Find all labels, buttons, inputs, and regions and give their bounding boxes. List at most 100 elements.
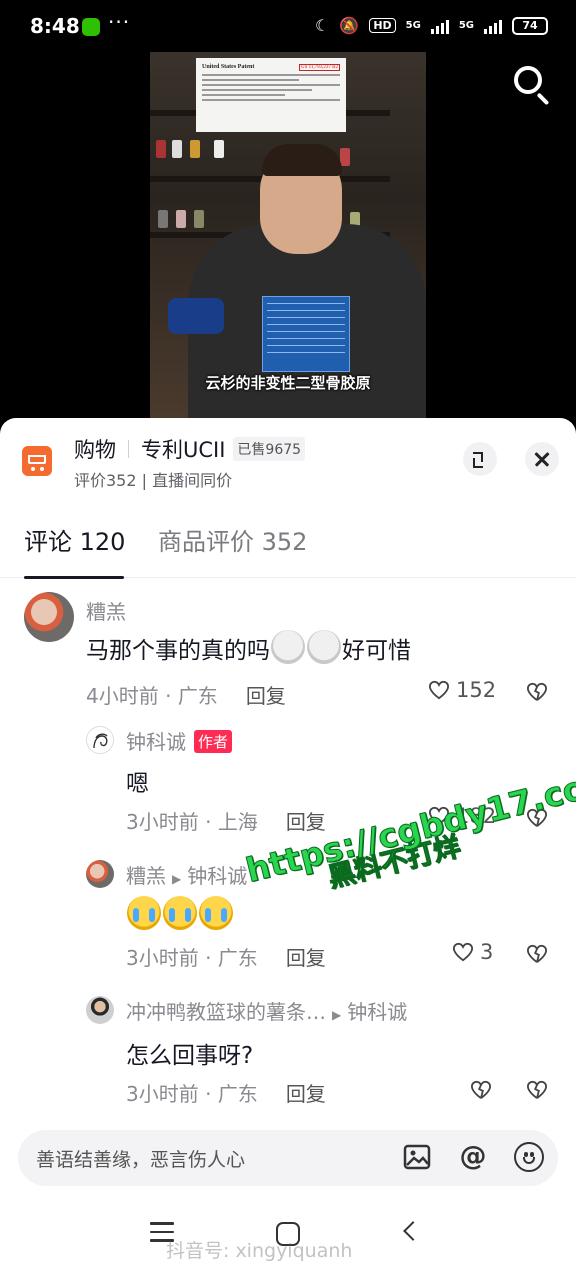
author-avatar-icon [93,733,108,749]
status-right-group: ☾ 🔕 HD 5G 5G 74 [315,16,548,35]
comment-meta: 3小时前 · 广东 回复 [126,1082,326,1106]
wechat-icon [82,18,100,36]
title-divider [128,440,129,458]
douyin-id-watermark: 抖音号: xingyiquanh [166,1240,353,1262]
comment-text-part: 好可惜 [342,638,411,664]
reply-to-name: 钟科诚 [347,1000,408,1024]
cart-icon [22,446,52,476]
reply-button[interactable]: 回复 [286,1082,326,1106]
comment-location: 广东 [177,684,218,708]
patent-title: United States Patent [202,64,255,70]
avatar[interactable] [24,592,74,642]
patent-document: United States Patent US 11,793,237 B2 [196,58,346,132]
dislike-icon[interactable] [526,682,548,702]
comment-location: 广东 [217,1082,258,1106]
status-more: ··· [108,10,131,34]
comment-text: 马那个事的真的吗 好可惜 [86,630,411,665]
reply-item: 冲冲鸭教篮球的薯条… ▶ 钟科诚 怎么回事呀? 3小时前 · 广东 回复 [0,994,576,1114]
product-category: 购物 [74,438,116,462]
comment-author[interactable]: 糟羔 [86,596,126,625]
comment-time: 3小时前 [126,1082,199,1106]
comment-input[interactable]: 善语结善缘，恶言伤人心 @ [18,1130,558,1186]
shelf-bottle [176,210,186,228]
shelf-bottle [194,210,204,228]
image-icon[interactable] [402,1142,432,1172]
tab-product-reviews[interactable]: 商品评价 352 [158,522,307,557]
dislike-icon[interactable] [526,1080,548,1100]
reply-button[interactable]: 回复 [286,810,326,834]
shelf-bottle [172,140,182,158]
close-button[interactable] [525,442,559,476]
shelf-bottle [340,148,350,166]
comment-text: 怎么回事呀? [126,1043,254,1069]
search-button[interactable] [510,62,554,106]
signal-icon-1 [430,18,449,34]
supplement-bottle [168,298,224,334]
crying-emoji-icon [127,896,161,930]
net-label-2: 5G [458,20,474,31]
tab-comments[interactable]: 评论 120 [24,522,125,557]
shelf-bottle [190,140,200,158]
dislike-icon[interactable] [526,944,548,964]
comment-author[interactable]: 糟羔 ▶ 钟科诚 [126,860,247,889]
patent-number: US 11,793,237 B2 [298,64,340,71]
comment-author[interactable]: 冲冲鸭教篮球的薯条… ▶ 钟科诚 [126,996,407,1025]
comment-input-placeholder: 善语结善缘，恶言伤人心 [36,1149,246,1171]
like-count: 3 [480,940,494,964]
author-badge: 作者 [194,730,233,753]
at-icon[interactable]: @ [458,1142,488,1172]
emoji-icon[interactable] [514,1142,544,1172]
comment-time: 3小时前 [126,946,199,970]
shocked-emoji-icon [271,630,305,664]
reply-to-name: 钟科诚 [187,864,248,888]
reply-button[interactable]: 回复 [246,684,286,708]
author-name: 钟科诚 [126,730,186,754]
shelf-bottle [214,140,224,158]
video-player[interactable]: United States Patent US 11,793,237 B2 云杉… [0,52,576,418]
person-hair [262,144,342,176]
heart-icon[interactable] [470,1080,492,1100]
tab-bar: 评论 120 商品评价 352 [0,522,576,579]
status-bar: 8:48 ··· ☾ 🔕 HD 5G 5G 74 [0,0,576,52]
product-header[interactable]: 购物 专利UCII 已售9675 评价352 | 直播间同价 [0,418,576,504]
avatar[interactable] [86,726,114,754]
shelf-bottle [156,140,166,158]
reply-button[interactable]: 回复 [286,946,326,970]
heart-icon [428,680,450,700]
crying-emoji-icon [163,896,197,930]
system-nav-bar: 抖音号: xingyiquanh [0,1200,576,1280]
back-icon[interactable] [403,1221,423,1241]
comment-author[interactable]: 钟科诚 作者 [126,726,233,755]
battery-icon: 74 [512,16,548,35]
comment-meta: 4小时前 · 广东 回复 [86,684,286,708]
comment-text [126,896,234,930]
product-name: 专利UCII [141,438,226,462]
like-button[interactable]: 152 [428,678,496,702]
video-caption: 云杉的非变性二型骨胶原 [205,374,371,392]
comment-location: 上海 [217,810,258,834]
ingredient-table-overlay [262,296,350,372]
search-icon [514,66,542,94]
like-button[interactable]: 3 [452,940,493,964]
like-count: 152 [456,678,497,702]
comment-item: 糟羔 马那个事的真的吗 好可惜 4小时前 · 广东 回复 152 [0,590,576,720]
reply-arrow-icon: ▶ [172,872,182,886]
reply-arrow-icon: ▶ [332,1008,342,1022]
crying-emoji-icon [199,896,233,930]
signal-icon-2 [484,18,502,34]
author-name: 糟羔 [126,864,166,888]
comment-time: 4小时前 [86,684,159,708]
comment-text-part: 马那个事的真的吗 [86,638,270,664]
comment-text: 嗯 [126,771,149,797]
avatar[interactable] [86,860,114,888]
sold-count-badge: 已售9675 [233,437,306,461]
active-tab-indicator [24,576,124,579]
mute-icon: 🔕 [339,16,360,35]
comment-location: 广东 [217,946,258,970]
avatar[interactable] [86,996,114,1024]
shocked-emoji-icon [307,630,341,664]
author-name: 冲冲鸭教篮球的薯条… [126,1000,326,1024]
expand-button[interactable] [463,442,497,476]
dnd-icon: ☾ [315,16,330,35]
hd-badge: HD [369,18,396,33]
